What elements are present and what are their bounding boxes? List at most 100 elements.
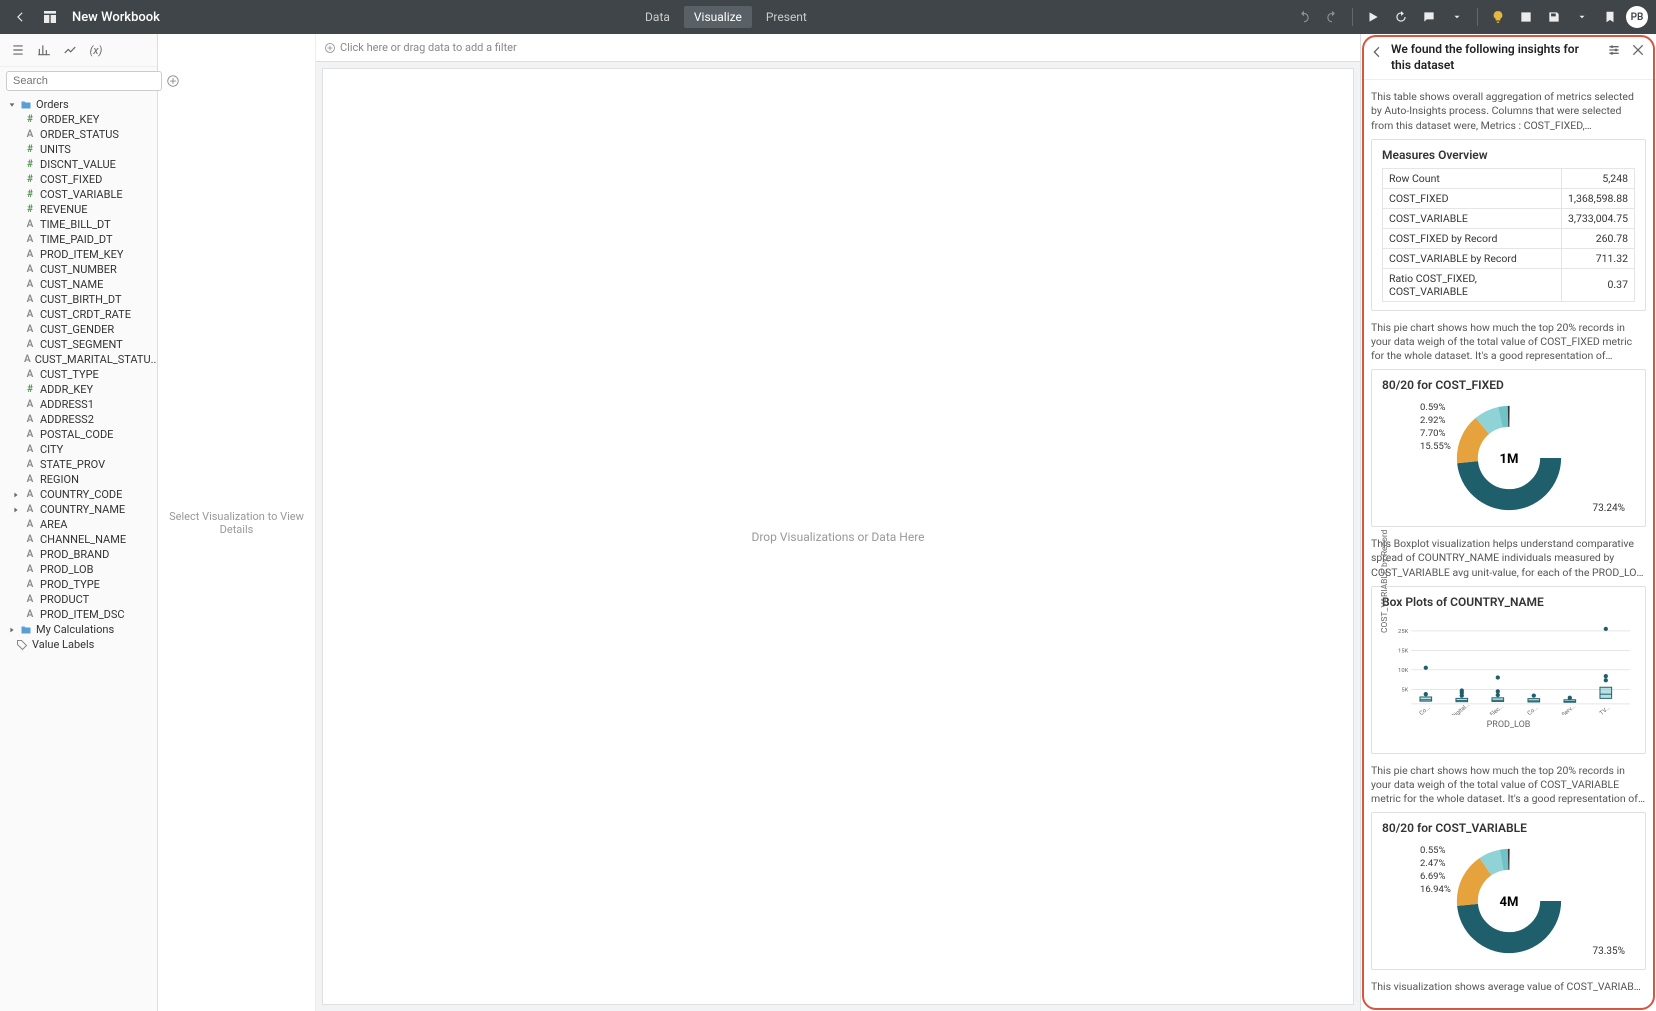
comment-icon[interactable] (1417, 5, 1441, 29)
type-icon: A (24, 264, 36, 275)
svg-text:1M: 1M (1499, 452, 1518, 467)
folder-orders[interactable]: Orders (0, 97, 157, 112)
redo-icon[interactable] (1320, 5, 1344, 29)
field-item[interactable]: ACOUNTRY_NAME (0, 502, 157, 517)
field-item[interactable]: ACUST_CRDT_RATE (0, 307, 157, 322)
field-item[interactable]: APROD_TYPE (0, 577, 157, 592)
field-item[interactable]: AAREA (0, 517, 157, 532)
field-item[interactable]: ATIME_BILL_DT (0, 217, 157, 232)
field-item[interactable]: A CUST_NUMBER (0, 262, 157, 277)
save-icon[interactable] (1542, 5, 1566, 29)
field-label: PROD_BRAND (40, 548, 109, 561)
type-icon: # (24, 114, 36, 125)
tab-visualize[interactable]: Visualize (684, 6, 752, 28)
field-item[interactable]: ACUST_GENDER (0, 322, 157, 337)
field-item[interactable]: #DISCNT_VALUE (0, 157, 157, 172)
export-icon[interactable] (1514, 5, 1538, 29)
field-item[interactable]: AORDER_STATUS (0, 127, 157, 142)
field-item[interactable]: #ADDR_KEY (0, 382, 157, 397)
field-item[interactable]: ACITY (0, 442, 157, 457)
field-item[interactable]: #REVENUE (0, 202, 157, 217)
filter-hint: Click here or drag data to add a filter (340, 41, 517, 54)
field-item[interactable]: AADDRESS2 (0, 412, 157, 427)
tab-present[interactable]: Present (756, 6, 817, 28)
field-item[interactable]: ACUST_BIRTH_DT (0, 292, 157, 307)
type-icon: A (24, 369, 36, 380)
type-icon: A (24, 534, 36, 545)
table-row: Ratio COST_FIXED, COST_VARIABLE0.37 (1383, 268, 1635, 301)
value-labels[interactable]: Value Labels (0, 637, 157, 652)
undo-icon[interactable] (1292, 5, 1316, 29)
field-label: PROD_ITEM_KEY (40, 248, 123, 261)
field-label: COUNTRY_CODE (40, 488, 122, 501)
field-item[interactable]: APROD_LOB (0, 562, 157, 577)
type-icon: # (24, 159, 36, 170)
field-item[interactable]: APROD_ITEM_DSC (0, 607, 157, 622)
field-label: CUST_TYPE (40, 368, 99, 381)
field-item[interactable]: APRODUCT (0, 592, 157, 607)
type-icon: A (24, 609, 36, 620)
play-icon[interactable] (1361, 5, 1385, 29)
back-arrow-icon[interactable] (8, 5, 32, 29)
chevron-down-icon[interactable] (1445, 5, 1469, 29)
field-label: PROD_TYPE (40, 578, 100, 591)
boxplot-ylabel: COST_VARIABLE by Record (1380, 529, 1390, 632)
type-icon: A (24, 249, 36, 260)
field-tree: Orders #ORDER_KEYAORDER_STATUS#UNITS#DIS… (0, 95, 157, 1011)
field-item[interactable]: ACUST_SEGMENT (0, 337, 157, 352)
field-item[interactable]: AREGION (0, 472, 157, 487)
field-label: UNITS (40, 143, 71, 156)
filter-bar[interactable]: Click here or drag data to add a filter (316, 34, 1360, 62)
measures-overview-card[interactable]: Measures Overview Row Count5,248COST_FIX… (1371, 139, 1646, 311)
field-item[interactable]: ASTATE_PROV (0, 457, 157, 472)
close-icon[interactable] (1630, 42, 1646, 58)
pie1-desc: This pie chart shows how much the top 20… (1371, 321, 1646, 364)
field-item[interactable]: ACHANNEL_NAME (0, 532, 157, 547)
bookmark-icon[interactable] (1598, 5, 1622, 29)
field-item[interactable]: APOSTAL_CODE (0, 427, 157, 442)
type-icon: A (24, 504, 36, 515)
boxplot-card[interactable]: Box Plots of COUNTRY_NAME COST_VARIABLE … (1371, 586, 1646, 754)
field-item[interactable]: A PROD_BRAND (0, 547, 157, 562)
field-label: POSTAL_CODE (40, 428, 113, 441)
svg-text:10K: 10K (1398, 668, 1409, 674)
field-item[interactable]: A PROD_ITEM_KEY (0, 247, 157, 262)
field-item[interactable]: ACUST_MARITAL_STATU... (0, 352, 157, 367)
tab-data[interactable]: Data (635, 6, 680, 28)
canvas-drop-zone[interactable]: Drop Visualizations or Data Here (322, 68, 1354, 1005)
chevron-down-icon[interactable] (1570, 5, 1594, 29)
field-item[interactable]: AADDRESS1 (0, 397, 157, 412)
field-item[interactable]: #UNITS (0, 142, 157, 157)
overview-desc: This table shows overall aggregation of … (1371, 90, 1646, 133)
pie1-card[interactable]: 80/20 for COST_FIXED 1M 0.59%2.92%7.70%1… (1371, 369, 1646, 527)
value-labels-label: Value Labels (32, 638, 94, 651)
field-label: CUST_NUMBER (40, 263, 117, 276)
search-input[interactable] (6, 71, 162, 91)
type-icon: A (24, 549, 36, 560)
svg-text:4M: 4M (1499, 895, 1518, 910)
settings-icon[interactable] (1606, 42, 1622, 58)
collapse-icon[interactable] (1369, 44, 1385, 60)
svg-text:15K: 15K (1398, 648, 1409, 654)
data-tab-icon[interactable] (8, 40, 28, 60)
field-item[interactable]: #ORDER_KEY (0, 112, 157, 127)
type-icon: # (24, 204, 36, 215)
field-item[interactable]: ACUST_NAME (0, 277, 157, 292)
field-item[interactable]: #COST_FIXED (0, 172, 157, 187)
chart-tab-icon[interactable] (34, 40, 54, 60)
field-label: CUST_MARITAL_STATU... (35, 353, 157, 366)
field-item[interactable]: A CUST_TYPE (0, 367, 157, 382)
trend-tab-icon[interactable] (60, 40, 80, 60)
folder-mycalc[interactable]: My Calculations (0, 622, 157, 637)
pie2-card[interactable]: 80/20 for COST_VARIABLE 4M 0.55%2.47%6.6… (1371, 812, 1646, 970)
donut-labels: 0.59%2.92%7.70%15.55% (1420, 402, 1451, 453)
avatar[interactable]: PB (1626, 6, 1648, 28)
svg-text:25K: 25K (1398, 629, 1409, 635)
field-item[interactable]: #COST_VARIABLE (0, 187, 157, 202)
refresh-icon[interactable] (1389, 5, 1413, 29)
lightbulb-icon[interactable] (1486, 5, 1510, 29)
field-item[interactable]: ATIME_PAID_DT (0, 232, 157, 247)
boxplot-chart: 25K 15K 10K 5K Co...Digital...Elec...Co.… (1382, 615, 1635, 715)
field-item[interactable]: ACOUNTRY_CODE (0, 487, 157, 502)
fx-tab-icon[interactable]: (x) (86, 40, 106, 60)
